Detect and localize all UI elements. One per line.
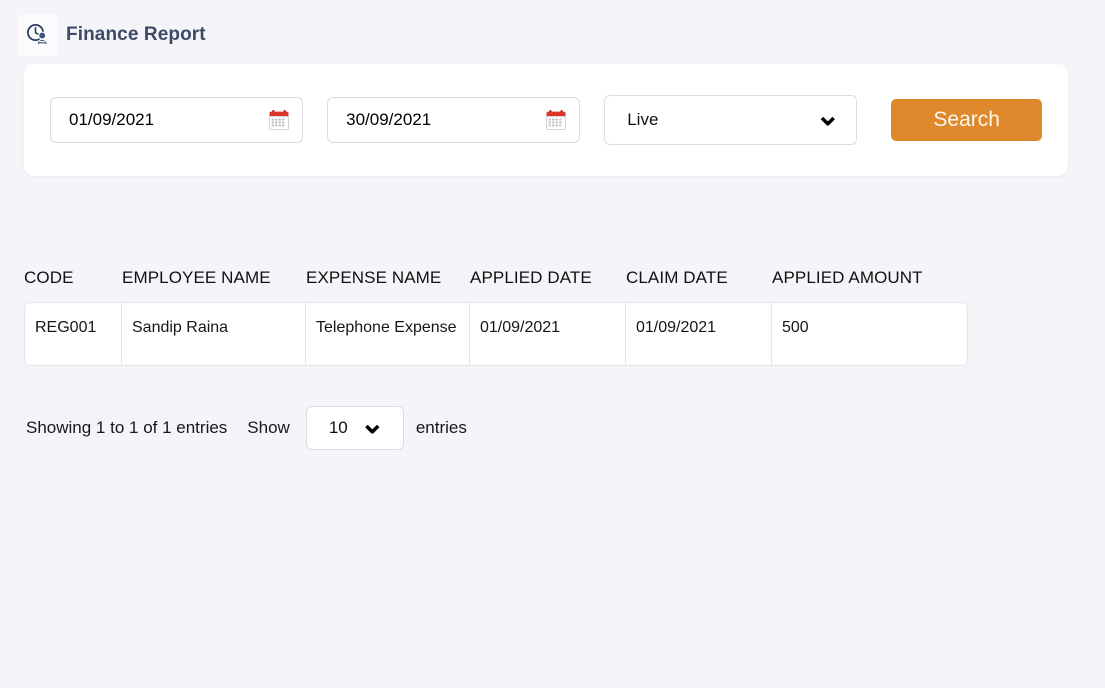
column-header-claim-date: CLAIM DATE — [626, 268, 728, 287]
clock-user-icon — [25, 22, 51, 48]
cell-applied-amount: 500 — [772, 302, 968, 366]
search-button[interactable]: Search — [891, 99, 1042, 141]
calendar-icon[interactable] — [268, 109, 290, 131]
entries-per-page-value: 10 — [328, 418, 348, 437]
from-date-value: 01/09/2021 — [69, 110, 155, 129]
column-header-expense-name: EXPENSE NAME — [306, 268, 442, 287]
to-date-value: 30/09/2021 — [346, 110, 432, 129]
column-header-code: CODE — [24, 268, 74, 287]
cell-employee-name: Sandip Raina — [122, 302, 306, 366]
column-header-applied-amount: APPLIED AMOUNT — [772, 268, 923, 287]
cell-applied-date: 01/09/2021 — [470, 302, 626, 366]
showing-entries-text: Showing 1 to 1 of 1 entries — [26, 418, 228, 437]
table-header-row: CODE EMPLOYEE NAME EXPENSE NAME APPLIED … — [24, 268, 968, 302]
calendar-icon[interactable] — [545, 109, 567, 131]
from-date-field[interactable]: 01/09/2021 — [50, 97, 304, 143]
app-logo — [18, 14, 58, 56]
page-header: Finance Report — [0, 0, 1105, 56]
report-table: CODE EMPLOYEE NAME EXPENSE NAME APPLIED … — [24, 268, 968, 366]
table-row[interactable]: REG001 Sandip Raina Telephone Expense 01… — [24, 302, 968, 366]
status-select[interactable]: Live ⌄ — [604, 95, 858, 145]
column-header-applied-date: APPLIED DATE — [470, 268, 592, 287]
to-date-field[interactable]: 30/09/2021 — [327, 97, 581, 143]
entries-per-page-select[interactable]: 10 ⌄ — [305, 406, 404, 450]
search-panel: 01/09/2021 30/09/2021 Live ⌄ Search — [24, 64, 1068, 176]
cell-claim-date: 01/09/2021 — [626, 302, 772, 366]
search-controls-row: 01/09/2021 30/09/2021 Live ⌄ Search — [24, 64, 1068, 176]
chevron-down-icon[interactable]: ⌄ — [360, 409, 385, 439]
cell-expense-name: Telephone Expense — [306, 302, 470, 366]
cell-code: REG001 — [24, 302, 122, 366]
report-table-container: CODE EMPLOYEE NAME EXPENSE NAME APPLIED … — [24, 268, 968, 366]
table-footer: Showing 1 to 1 of 1 entries Show 10 ⌄ en… — [26, 406, 467, 450]
column-header-employee-name: EMPLOYEE NAME — [122, 268, 271, 287]
page-title: Finance Report — [66, 24, 206, 45]
chevron-down-icon[interactable]: ⌄ — [815, 101, 840, 131]
table-head: CODE EMPLOYEE NAME EXPENSE NAME APPLIED … — [24, 268, 968, 302]
show-label: Show — [247, 418, 290, 437]
status-select-value: Live — [627, 110, 659, 129]
entries-label: entries — [415, 418, 467, 437]
table-body: REG001 Sandip Raina Telephone Expense 01… — [24, 302, 968, 366]
